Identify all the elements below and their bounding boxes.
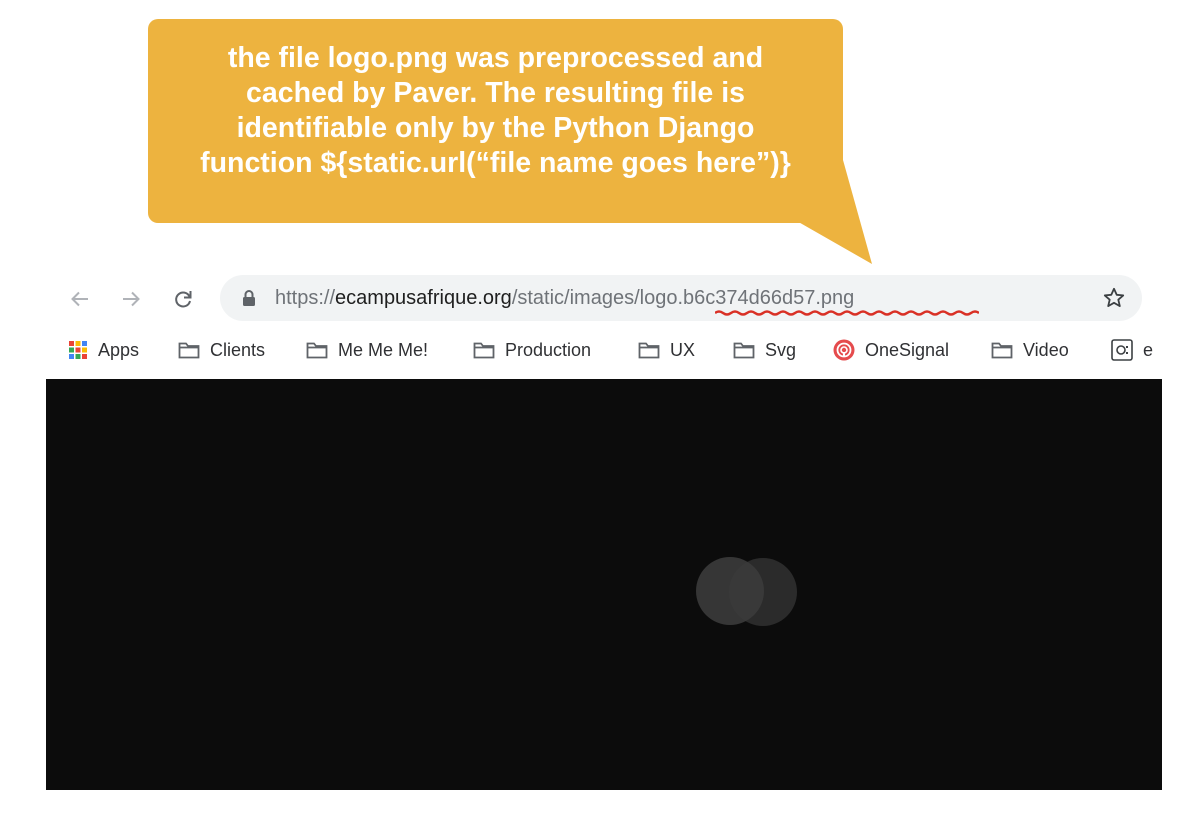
forward-button[interactable] — [116, 268, 146, 330]
bookmark-apps[interactable]: Apps — [68, 333, 139, 367]
callout-line: function ${static.url(“file name goes he… — [200, 147, 791, 179]
folder-icon — [306, 342, 328, 359]
url-scheme: https:// — [275, 287, 336, 309]
callout-line: the file logo.png was preprocessed and — [227, 42, 764, 74]
bookmark-production[interactable]: Production — [473, 333, 591, 367]
bookmark-label: Me Me Me! — [338, 339, 429, 360]
loading-spinner — [696, 557, 797, 626]
reload-icon — [175, 291, 192, 308]
bookmark-label: Svg — [765, 339, 797, 360]
bookmark-video[interactable]: Video — [991, 333, 1069, 367]
lock-icon — [243, 290, 255, 306]
bookmarks-bar: Apps Clients Me Me Me! Production UX Svg — [0, 333, 1160, 367]
address-bar[interactable]: https://ecampusafrique.org/static/images… — [220, 275, 1142, 321]
reload-button[interactable] — [168, 268, 198, 330]
bookmark-ux[interactable]: UX — [638, 333, 695, 367]
bookmark-e[interactable]: e — [1111, 333, 1153, 367]
bookmark-me-me-me[interactable]: Me Me Me! — [306, 333, 428, 367]
bookmark-onesignal[interactable]: OneSignal — [833, 333, 949, 367]
url-path: /static/images/ — [511, 287, 640, 309]
bookmark-svg[interactable]: Svg — [733, 333, 796, 367]
arrow-right-icon — [123, 291, 140, 307]
browser-toolbar: https://ecampusafrique.org/static/images… — [0, 268, 1200, 330]
bookmark-label: e — [1143, 339, 1154, 360]
bookmark-label: Clients — [210, 339, 266, 360]
page-icon — [1111, 339, 1133, 361]
folder-icon — [733, 342, 755, 359]
callout-line: identifiable only by the Python Django — [236, 112, 755, 144]
onesignal-icon — [833, 339, 855, 361]
bookmark-label: OneSignal — [865, 339, 950, 360]
bookmark-label: Production — [505, 339, 592, 360]
arrow-left-icon — [71, 291, 88, 307]
folder-icon — [473, 342, 495, 359]
annotation-callout: the file logo.png was preprocessed and c… — [148, 19, 843, 223]
star-icon[interactable] — [1102, 286, 1126, 310]
folder-icon — [178, 342, 200, 359]
page-viewport — [46, 379, 1162, 790]
bookmark-label: Video — [1023, 339, 1069, 360]
folder-icon — [638, 342, 660, 359]
bookmark-clients[interactable]: Clients — [178, 333, 265, 367]
url-file: logo.b6c374d66d57.png — [639, 287, 855, 309]
spelling-underline — [715, 310, 979, 316]
folder-icon — [991, 342, 1013, 359]
back-button[interactable] — [65, 268, 95, 330]
callout-line: cached by Paver. The resulting file is — [246, 77, 745, 109]
bookmark-label: UX — [670, 339, 696, 360]
url-host: ecampusafrique.org — [335, 287, 512, 309]
bookmark-label: Apps — [98, 339, 140, 360]
apps-grid-icon — [69, 341, 87, 359]
